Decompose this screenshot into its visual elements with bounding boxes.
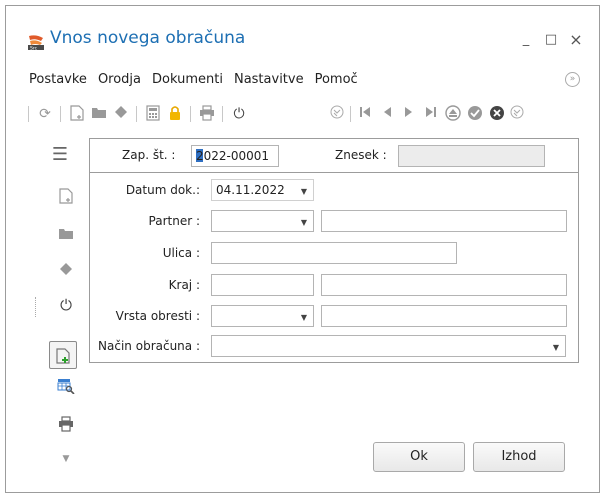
title-bar: Src Vnos novega obračuna _ □ × xyxy=(6,6,599,62)
menu-item-pomoc[interactable]: Pomoč xyxy=(315,72,358,92)
folder-icon[interactable] xyxy=(55,224,77,246)
svg-text:Src: Src xyxy=(30,46,38,52)
sidebar-grip xyxy=(35,297,36,317)
table-search-icon[interactable] xyxy=(55,378,77,400)
folder-icon[interactable] xyxy=(90,105,108,123)
next-record-icon[interactable] xyxy=(400,105,418,123)
lock-icon[interactable] xyxy=(166,105,184,123)
partner-label: Partner : xyxy=(148,214,200,228)
first-record-icon[interactable] xyxy=(356,105,374,123)
partner-code-select[interactable]: ▼ xyxy=(211,210,314,232)
zap-st-label: Zap. št. : xyxy=(122,148,176,162)
eject-icon[interactable] xyxy=(444,105,462,123)
ulica-label: Ulica : xyxy=(162,246,200,260)
datum-dok-label: Datum dok.: xyxy=(125,183,200,197)
power-icon[interactable]: ⏻ xyxy=(55,294,77,316)
chevron-down-icon[interactable]: ▼ xyxy=(553,341,559,355)
menu-item-postavke[interactable]: Postavke xyxy=(29,72,87,92)
menu-bar: Postavke Orodja Dokumenti Nastavitve Pom… xyxy=(29,72,369,92)
vrsta-obresti-label: Vrsta obresti : xyxy=(115,309,200,323)
document-header: Zap. št. : 2022-00001 Znesek : xyxy=(89,138,579,173)
toolbar-separator xyxy=(190,106,191,122)
datum-dok-value: 04.11.2022 xyxy=(216,183,285,197)
kraj-postal-field[interactable] xyxy=(211,274,314,296)
more-chevron-down-icon[interactable]: ▼ xyxy=(55,448,77,470)
kraj-name-field[interactable] xyxy=(321,274,567,296)
toolbar: ⟳ ⏻ xyxy=(28,103,588,127)
menu-item-orodja[interactable]: Orodja xyxy=(98,72,141,92)
izhod-button[interactable]: Izhod xyxy=(473,442,565,472)
eraser-icon[interactable] xyxy=(55,260,77,282)
dialog-window: Src Vnos novega obračuna _ □ × Postavke … xyxy=(5,5,600,493)
minimize-button[interactable]: _ xyxy=(516,30,536,50)
chevron-down-icon[interactable]: ▼ xyxy=(301,311,307,325)
app-logo-icon: Src xyxy=(28,35,44,52)
refresh-icon[interactable]: ⟳ xyxy=(36,105,54,123)
previous-record-icon[interactable] xyxy=(378,105,396,123)
chevron-down-icon[interactable]: ▼ xyxy=(301,216,307,230)
vrsta-obresti-select[interactable]: ▼ xyxy=(211,305,314,327)
zap-st-value: 2022-00001 xyxy=(196,149,270,163)
chevron-down-icon[interactable]: ▼ xyxy=(301,185,307,199)
zap-st-field[interactable]: 2022-00001 xyxy=(191,145,279,167)
expand-toolbar-icon[interactable] xyxy=(328,105,346,123)
calculator-icon[interactable] xyxy=(144,105,162,123)
expand-nav-icon[interactable] xyxy=(508,105,526,123)
ok-button[interactable]: Ok xyxy=(373,442,465,472)
hamburger-menu-icon[interactable]: ☰ xyxy=(49,144,71,166)
vrsta-obresti-name-field[interactable] xyxy=(321,305,567,327)
nacin-obracuna-select[interactable]: ▼ xyxy=(211,335,566,357)
maximize-button[interactable]: □ xyxy=(541,30,561,50)
partner-name-field[interactable] xyxy=(321,210,567,232)
eraser-icon[interactable] xyxy=(112,105,130,123)
znesek-field xyxy=(398,145,545,167)
left-sidebar: ☰ ⏻ ▼ xyxy=(11,138,88,478)
datum-dok-field[interactable]: 04.11.2022 ▼ xyxy=(211,179,314,201)
form-panel: Datum dok.: 04.11.2022 ▼ Partner : ▼ Ulic… xyxy=(89,173,579,363)
close-button[interactable]: × xyxy=(566,30,586,50)
kraj-label: Kraj : xyxy=(168,278,200,292)
toolbar-separator xyxy=(222,106,223,122)
toolbar-separator xyxy=(136,106,137,122)
new-document-icon[interactable] xyxy=(68,105,86,123)
power-icon[interactable]: ⏻ xyxy=(230,105,248,123)
nacin-obracuna-label: Način obračuna : xyxy=(98,339,200,353)
collapse-menu-icon[interactable]: » xyxy=(565,72,580,87)
menu-item-nastavitve[interactable]: Nastavitve xyxy=(234,72,304,92)
last-record-icon[interactable] xyxy=(422,105,440,123)
toolbar-separator xyxy=(60,106,61,122)
znesek-label: Znesek : xyxy=(335,148,387,162)
menu-item-dokumenti[interactable]: Dokumenti xyxy=(152,72,223,92)
cancel-icon[interactable] xyxy=(488,105,506,123)
print-icon[interactable] xyxy=(198,105,216,123)
add-document-button[interactable] xyxy=(49,341,77,369)
toolbar-grip xyxy=(28,106,29,122)
print-icon[interactable] xyxy=(55,416,77,438)
new-document-icon[interactable] xyxy=(55,188,77,210)
confirm-icon[interactable] xyxy=(466,105,484,123)
ulica-field[interactable] xyxy=(211,242,457,264)
window-title: Vnos novega obračuna xyxy=(50,28,246,48)
toolbar-separator xyxy=(350,106,351,122)
